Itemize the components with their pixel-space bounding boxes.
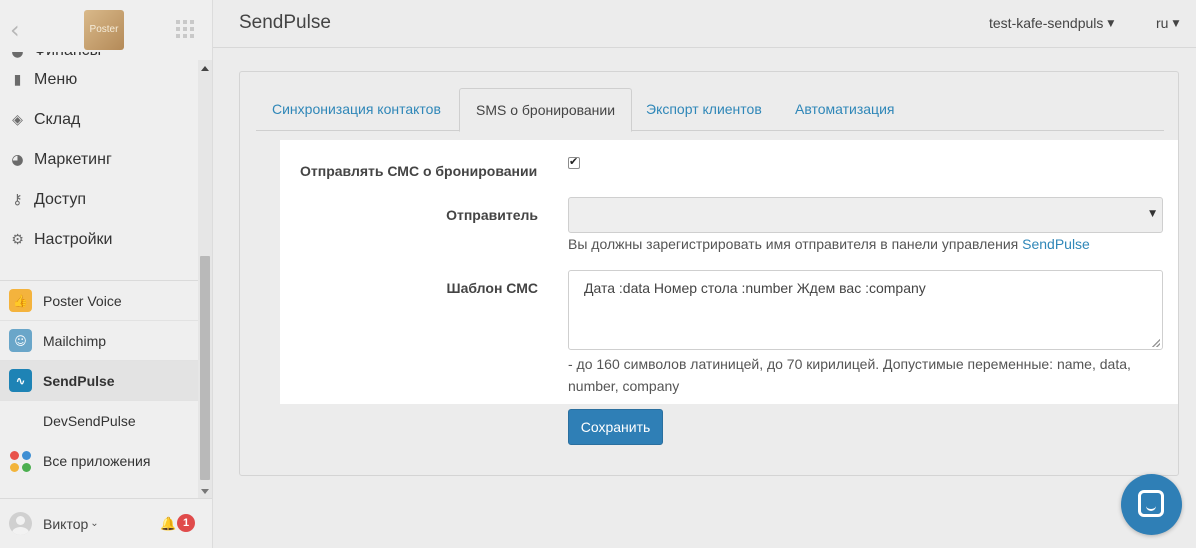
template-hint-line: - до 160 символов латиницей, до 70 кирил… (568, 356, 1131, 372)
sidebar-item-finance[interactable]: ● Финансы (0, 52, 198, 60)
caret-down-icon: ▼ (1107, 19, 1115, 30)
mailchimp-icon: ☺ (9, 329, 32, 352)
marketing-icon: ◕ (11, 152, 24, 168)
app-item-all-apps[interactable]: Все приложения (0, 441, 198, 481)
scroll-up-arrow-icon[interactable] (201, 66, 209, 71)
sendpulse-link[interactable]: SendPulse (1022, 236, 1090, 252)
app-item-mailchimp[interactable]: ☺ Mailchimp (0, 321, 198, 361)
main-menu: ● Финансы ▮ Меню ◈ Склад ◕ Маркетинг ⚷ Д… (0, 52, 198, 280)
apps-list: 👍 Poster Voice ☺ Mailchimp ∿ SendPulse D… (0, 280, 198, 481)
template-label: Шаблон СМС (446, 280, 538, 296)
sender-hint-text: Вы должны зарегистрировать имя отправите… (568, 236, 1023, 252)
sender-select[interactable]: ▼ (568, 197, 1163, 233)
sidebar-item-label: Доступ (34, 191, 87, 208)
avatar[interactable] (9, 512, 32, 535)
app-item-label: Mailchimp (43, 332, 107, 349)
sidebar-item-warehouse[interactable]: ◈ Склад (0, 100, 198, 140)
send-sms-label: Отправлять СМС о бронировании (300, 163, 538, 179)
pulse-icon: ∿ (9, 369, 32, 392)
poster-logo[interactable]: Poster (84, 10, 124, 50)
apps-grid-icon[interactable] (176, 20, 194, 38)
language-dropdown[interactable]: ru ▼ (1156, 15, 1179, 31)
gear-icon: ⚙ (11, 232, 24, 248)
tab-export-clients[interactable]: Экспорт клиентов (630, 88, 778, 131)
sidebar-item-settings[interactable]: ⚙ Настройки (0, 220, 198, 260)
thumbs-up-icon: 👍 (9, 289, 32, 312)
scrollbar-thumb[interactable] (200, 256, 210, 480)
warehouse-icon: ◈ (12, 112, 23, 128)
tab-bar: Синхронизация контактов SMS о бронирован… (256, 88, 1164, 132)
sidebar-item-label: Настройки (34, 231, 113, 248)
account-name: test-kafe-sendpuls (989, 15, 1104, 31)
sidebar-item-label: Финансы (34, 52, 101, 60)
user-name[interactable]: Виктор (43, 516, 88, 532)
page-title: SendPulse (239, 12, 331, 33)
save-button[interactable]: Сохранить (568, 409, 663, 445)
sender-hint: Вы должны зарегистрировать имя отправите… (568, 236, 1090, 252)
top-header: SendPulse test-kafe-sendpuls ▼ ru ▼ (213, 0, 1196, 48)
finance-icon: ● (9, 52, 26, 60)
sidebar-item-label: Склад (34, 111, 81, 128)
chevron-down-icon[interactable]: ⌄ (90, 518, 98, 529)
sidebar-scrollbar[interactable] (198, 60, 212, 498)
app-item-sendpulse[interactable]: ∿ SendPulse (0, 361, 198, 401)
app-item-label: SendPulse (43, 372, 115, 389)
bell-icon[interactable]: 🔔 (160, 517, 176, 532)
sidebar-item-label: Меню (34, 71, 78, 88)
sidebar-item-label: Маркетинг (34, 151, 112, 168)
tab-automation[interactable]: Автоматизация (779, 88, 910, 131)
send-sms-checkbox[interactable] (568, 155, 580, 169)
app-item-label: DevSendPulse (43, 413, 136, 429)
chat-icon (1138, 490, 1164, 517)
template-hint: - до 160 символов латиницей, до 70 кирил… (568, 353, 1131, 397)
tab-contacts-sync[interactable]: Синхронизация контактов (256, 88, 457, 131)
sidebar-item-access[interactable]: ⚷ Доступ (0, 180, 198, 220)
apps-grid-icon (9, 450, 32, 473)
user-bar: Виктор ⌄ 🔔 1 (0, 498, 212, 548)
template-textarea[interactable]: Дата :data Номер стола :number Ждем вас … (568, 270, 1163, 350)
sidebar-item-menu[interactable]: ▮ Меню (0, 60, 198, 100)
notification-badge[interactable]: 1 (177, 514, 195, 532)
sidebar-item-marketing[interactable]: ◕ Маркетинг (0, 140, 198, 180)
chat-launcher-button[interactable] (1121, 474, 1182, 535)
app-item-devsendpulse[interactable]: DevSendPulse (0, 401, 198, 441)
template-hint-line: number, company (568, 378, 680, 394)
scroll-down-arrow-icon[interactable] (201, 489, 209, 494)
resize-handle-icon[interactable] (1152, 339, 1160, 347)
sender-label: Отправитель (446, 207, 538, 223)
caret-down-icon: ▼ (1149, 209, 1156, 219)
key-icon: ⚷ (12, 192, 23, 208)
sidebar-header: ‹ Poster (0, 0, 212, 60)
tab-sms-booking[interactable]: SMS о бронировании (459, 88, 633, 132)
language-label: ru (1156, 15, 1169, 31)
caret-down-icon: ▼ (1172, 19, 1180, 30)
app-item-label: Poster Voice (43, 292, 122, 309)
app-item-poster-voice[interactable]: 👍 Poster Voice (0, 281, 198, 321)
menu-icon: ▮ (13, 72, 22, 88)
back-arrow-icon[interactable]: ‹ (10, 18, 26, 42)
account-dropdown[interactable]: test-kafe-sendpuls ▼ (989, 15, 1114, 31)
app-item-label: Все приложения (43, 453, 151, 469)
template-text: Дата :data Номер стола :number Ждем вас … (584, 280, 926, 296)
sidebar: ‹ Poster ● Финансы ▮ Меню ◈ Склад ◕ Марк… (0, 0, 213, 548)
